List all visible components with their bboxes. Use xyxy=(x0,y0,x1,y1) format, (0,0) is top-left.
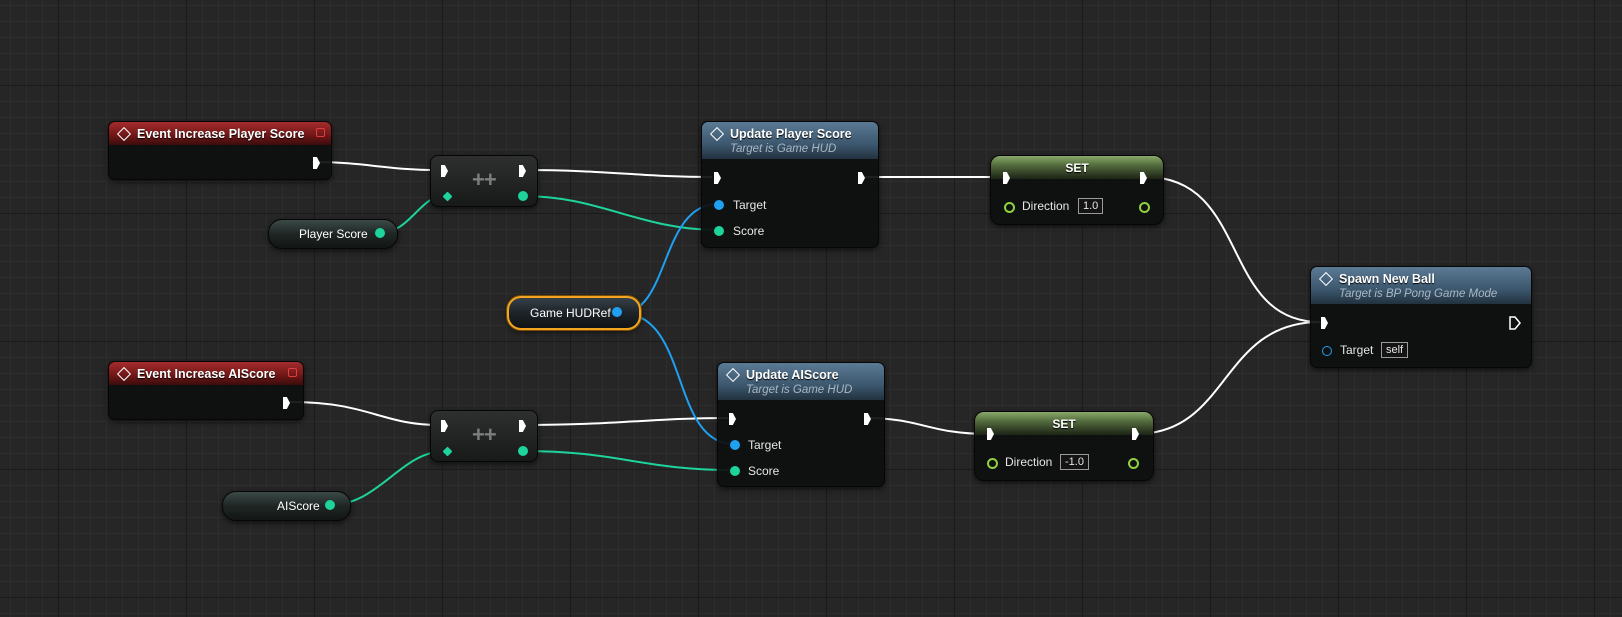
int-out-pin[interactable] xyxy=(325,500,335,510)
float-in-pin[interactable] xyxy=(1004,202,1015,213)
pin-label-target: Target xyxy=(748,438,782,452)
increment-symbol: ++ xyxy=(472,167,497,192)
exec-out-pin[interactable] xyxy=(1509,316,1521,330)
variable-label: Game HUDRef xyxy=(530,306,611,320)
event-node-increase-aiscore[interactable]: Event Increase AIScore xyxy=(108,361,304,420)
int-out-pin[interactable] xyxy=(518,446,528,456)
int-in-pin[interactable] xyxy=(442,191,453,202)
increment-node-top[interactable]: ++ xyxy=(430,155,538,207)
variable-label: AIScore xyxy=(277,499,320,513)
variable-node-aiscore[interactable]: AIScore xyxy=(222,491,351,521)
int-wire xyxy=(522,450,735,471)
set-node-direction-bottom[interactable]: SET Direction -1.0 xyxy=(974,411,1154,481)
function-node-title: Spawn New Ball xyxy=(1339,271,1435,286)
target-in-pin[interactable] xyxy=(730,440,740,450)
function-node-header: Spawn New Ball Target is BP Pong Game Mo… xyxy=(1311,267,1531,304)
function-node-update-aiscore[interactable]: Update AIScore Target is Game HUD Target… xyxy=(717,362,885,487)
function-icon xyxy=(725,367,741,382)
set-node-title: SET xyxy=(1065,160,1089,175)
delegate-pin-icon[interactable] xyxy=(288,368,297,377)
function-node-header: Update AIScore Target is Game HUD xyxy=(718,363,884,400)
variable-node-game-hudref[interactable]: Game HUDRef xyxy=(507,296,641,330)
function-icon xyxy=(709,126,725,141)
set-node-direction-top[interactable]: SET Direction 1.0 xyxy=(990,155,1164,225)
event-node-increase-player-score[interactable]: Event Increase Player Score xyxy=(108,121,332,180)
object-out-pin[interactable] xyxy=(612,307,622,317)
float-in-pin[interactable] xyxy=(987,458,998,469)
exec-wire xyxy=(521,417,729,426)
target-value-field[interactable]: self xyxy=(1381,342,1409,358)
pin-label-target: Target xyxy=(1340,343,1374,357)
function-node-title: Update Player Score xyxy=(730,126,852,141)
pin-label-direction: Direction xyxy=(1022,199,1070,213)
score-in-pin[interactable] xyxy=(714,226,724,236)
function-node-spawn-new-ball[interactable]: Spawn New Ball Target is BP Pong Game Mo… xyxy=(1310,266,1532,368)
set-node-title: SET xyxy=(1052,416,1076,431)
int-wire xyxy=(522,195,719,231)
function-node-update-player-score[interactable]: Update Player Score Target is Game HUD T… xyxy=(701,121,879,248)
float-out-pin[interactable] xyxy=(1139,202,1150,213)
int-out-pin[interactable] xyxy=(375,228,385,238)
event-node-title: Event Increase AIScore xyxy=(137,366,276,381)
increment-node-bottom[interactable]: ++ xyxy=(430,410,538,462)
pin-label-score: Score xyxy=(748,464,780,478)
event-node-title: Event Increase Player Score xyxy=(137,126,305,141)
event-icon xyxy=(116,126,132,141)
variable-label: Player Score xyxy=(299,227,368,241)
event-icon xyxy=(116,366,132,381)
pin-label-score: Score xyxy=(733,224,765,238)
direction-value-field[interactable]: 1.0 xyxy=(1078,198,1104,214)
function-node-title: Update AIScore xyxy=(746,367,839,382)
set-node-header: SET xyxy=(991,156,1163,179)
int-out-pin[interactable] xyxy=(518,191,528,201)
function-node-header: Update Player Score Target is Game HUD xyxy=(702,122,878,159)
delegate-pin-icon[interactable] xyxy=(316,128,325,137)
pin-label-target: Target xyxy=(733,198,767,212)
variable-node-player-score[interactable]: Player Score xyxy=(268,219,398,249)
float-out-pin[interactable] xyxy=(1128,458,1139,469)
exec-wire xyxy=(289,401,441,426)
set-node-header: SET xyxy=(975,412,1153,435)
int-in-pin[interactable] xyxy=(442,446,453,457)
function-icon xyxy=(1318,271,1334,286)
target-in-pin[interactable] xyxy=(1322,346,1332,356)
exec-wire xyxy=(521,169,713,178)
direction-value-field[interactable]: -1.0 xyxy=(1060,454,1089,470)
function-node-subtitle: Target is BP Pong Game Mode xyxy=(1339,287,1498,300)
exec-wire xyxy=(1135,321,1321,435)
increment-symbol: ++ xyxy=(472,422,497,447)
event-node-header: Event Increase AIScore xyxy=(109,362,303,385)
pin-label-direction: Direction xyxy=(1005,455,1053,469)
target-in-pin[interactable] xyxy=(714,200,724,210)
event-node-header: Event Increase Player Score xyxy=(109,122,331,145)
function-node-subtitle: Target is Game HUD xyxy=(746,383,853,396)
exec-wire xyxy=(1145,176,1321,323)
function-node-subtitle: Target is Game HUD xyxy=(730,142,837,155)
score-in-pin[interactable] xyxy=(730,466,740,476)
